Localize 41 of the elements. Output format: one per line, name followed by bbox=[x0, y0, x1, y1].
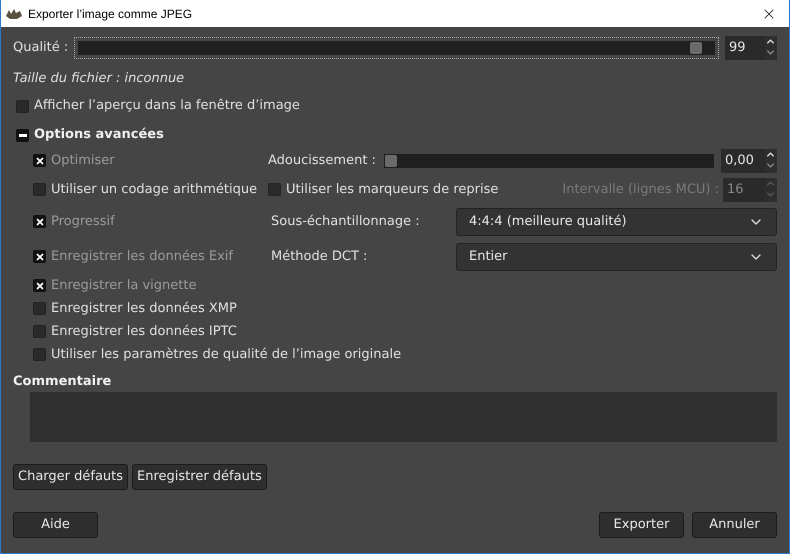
checkbox[interactable] bbox=[33, 215, 46, 228]
check-icon bbox=[34, 156, 44, 166]
checkbox[interactable] bbox=[33, 348, 46, 361]
checkbox[interactable] bbox=[33, 183, 46, 196]
check-icon bbox=[34, 280, 44, 290]
dropdown[interactable]: Entier bbox=[456, 242, 777, 270]
select-label: Sous-échantillonnage : bbox=[271, 212, 421, 231]
select-label: Méthode DCT : bbox=[271, 248, 368, 266]
checkbox[interactable] bbox=[33, 250, 46, 263]
spin-field[interactable]: 99 bbox=[725, 36, 765, 60]
slider-label: Adoucissement : bbox=[268, 152, 377, 170]
checkbox[interactable] bbox=[33, 154, 46, 167]
slider-track[interactable] bbox=[384, 154, 714, 168]
button[interactable]: Aide bbox=[13, 512, 98, 538]
slider-thumb[interactable] bbox=[385, 154, 397, 166]
slider-thumb[interactable] bbox=[690, 42, 702, 54]
checkbox-label[interactable]: Enregistrer les données XMP bbox=[51, 298, 237, 318]
checkbox-label[interactable]: Enregistrer les données IPTC bbox=[51, 322, 237, 342]
spin-field[interactable]: 0,00 bbox=[721, 148, 765, 172]
section-title[interactable]: Options avancées bbox=[34, 125, 164, 145]
checkbox-label[interactable]: Utiliser les paramètres de qualité de l’image originale bbox=[51, 344, 402, 364]
checkbox-label[interactable]: Utiliser un codage arithmétique bbox=[51, 180, 258, 200]
file-size-text: Taille du fichier : inconnue bbox=[13, 70, 186, 87]
check-icon bbox=[34, 216, 44, 226]
window-title: Exporter l’image comme JPEG bbox=[28, 6, 192, 22]
collapse-toggle[interactable] bbox=[16, 128, 29, 142]
check-icon bbox=[34, 252, 44, 262]
button[interactable]: Enregistrer défauts bbox=[132, 464, 267, 490]
checkbox[interactable] bbox=[16, 100, 29, 112]
checkbox[interactable] bbox=[33, 325, 46, 338]
checkbox[interactable] bbox=[33, 279, 46, 292]
wilber-icon bbox=[5, 6, 23, 20]
quality-label: Qualité : bbox=[13, 39, 70, 58]
comment-label: Commentaire bbox=[13, 373, 112, 390]
checkbox[interactable] bbox=[33, 302, 46, 315]
button[interactable]: Exporter bbox=[599, 512, 684, 538]
dropdown[interactable]: 4:4:4 (meilleure qualité) bbox=[456, 208, 777, 236]
slider-track[interactable] bbox=[78, 41, 715, 55]
button[interactable]: Charger défauts bbox=[13, 464, 128, 490]
button[interactable]: Annuler bbox=[692, 512, 777, 538]
checkbox-label[interactable]: Afficher l’aperçu dans la fenêtre d’image bbox=[34, 96, 300, 116]
